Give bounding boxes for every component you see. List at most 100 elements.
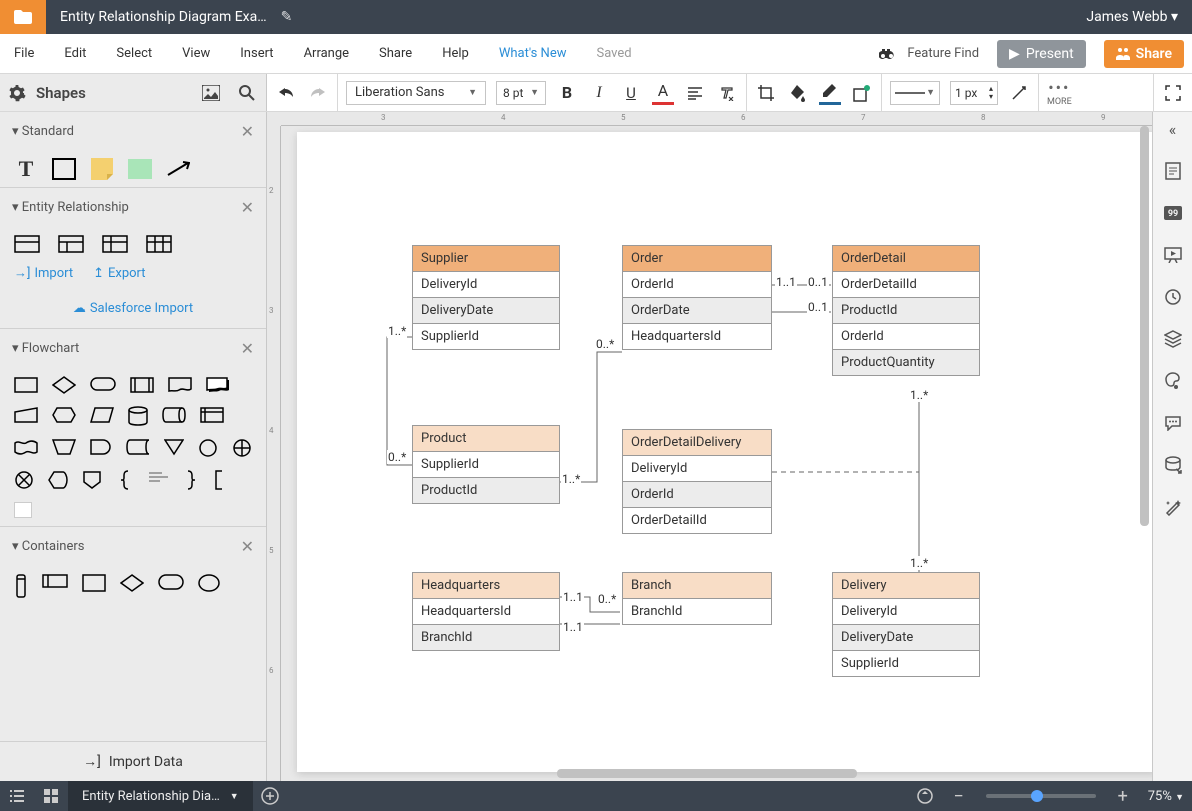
dock-data-icon[interactable]: [1162, 454, 1184, 476]
entity-orderdetaildelivery[interactable]: OrderDetailDelivery DeliveryId OrderId O…: [622, 429, 772, 534]
user-menu[interactable]: James Webb ▾: [1072, 9, 1192, 25]
fc-sum[interactable]: [14, 470, 34, 490]
present-button[interactable]: ▶ Present: [997, 40, 1086, 68]
line-shape-button[interactable]: [1008, 81, 1030, 105]
cont-4[interactable]: [120, 574, 144, 592]
fc-merge[interactable]: [164, 438, 184, 456]
menu-edit[interactable]: Edit: [58, 40, 92, 67]
entity-orderdetail[interactable]: OrderDetail OrderDetailId ProductId Orde…: [832, 245, 980, 376]
fc-rect[interactable]: [14, 376, 38, 394]
fc-terminator[interactable]: [90, 376, 116, 392]
image-icon[interactable]: [200, 81, 222, 105]
fc-note[interactable]: [148, 470, 170, 484]
close-icon[interactable]: ✕: [241, 198, 254, 217]
folder-icon[interactable]: [0, 0, 46, 34]
h-scrollbar[interactable]: [557, 769, 857, 778]
cont-6[interactable]: [198, 574, 220, 592]
entity-delivery[interactable]: Delivery DeliveryId DeliveryDate Supplie…: [832, 572, 980, 677]
dock-present-icon[interactable]: [1162, 244, 1184, 266]
er-shape-3[interactable]: [102, 235, 128, 253]
fill-button[interactable]: [787, 81, 809, 105]
redo-button[interactable]: [307, 81, 329, 105]
feature-find[interactable]: Feature Find: [879, 46, 979, 61]
entity-headquarters[interactable]: Headquarters HeadquartersId BranchId: [412, 572, 560, 651]
zoom-slider[interactable]: [986, 794, 1096, 798]
rect-shape[interactable]: [52, 159, 76, 179]
fc-tape[interactable]: [14, 438, 38, 456]
zoom-out-button[interactable]: −: [942, 781, 976, 811]
dock-magic-icon[interactable]: [1162, 496, 1184, 518]
v-scrollbar[interactable]: [1140, 126, 1149, 526]
crop-button[interactable]: [755, 81, 777, 105]
export-link[interactable]: ↥ Export: [93, 265, 145, 281]
italic-button[interactable]: I: [588, 81, 610, 105]
close-icon[interactable]: ✕: [241, 537, 254, 556]
fc-delay[interactable]: [90, 438, 112, 456]
menu-share[interactable]: Share: [373, 40, 418, 67]
er-shape-4[interactable]: [146, 235, 172, 253]
menu-whats-new[interactable]: What's New: [493, 40, 573, 67]
align-button[interactable]: [684, 81, 706, 105]
page-tab[interactable]: Entity Relationship Dia…▼: [68, 781, 253, 811]
grid-view-icon[interactable]: [34, 781, 68, 811]
search-icon[interactable]: [236, 81, 258, 105]
fc-intstore[interactable]: [200, 406, 224, 424]
border-color-button[interactable]: [819, 81, 841, 105]
entity-product[interactable]: Product SupplierId ProductId: [412, 425, 560, 504]
more-button[interactable]: •••MORE: [1047, 78, 1072, 107]
fc-direct[interactable]: [162, 406, 186, 424]
arrow-shape[interactable]: [166, 159, 190, 179]
zoom-in-button[interactable]: +: [1106, 781, 1140, 811]
line-width-select[interactable]: 1 px▴▾: [950, 81, 998, 105]
fc-stored[interactable]: [126, 438, 150, 456]
import-data-button[interactable]: →] Import Data: [0, 741, 266, 781]
bold-button[interactable]: B: [556, 81, 578, 105]
dock-chat-icon[interactable]: [1162, 412, 1184, 434]
edit-title-icon[interactable]: ✎: [281, 9, 293, 25]
canvas[interactable]: 3456789 23456 Supplier DeliveryId Delive…: [267, 112, 1152, 781]
cont-1[interactable]: [14, 574, 28, 598]
er-shape-1[interactable]: [14, 235, 40, 253]
fc-or[interactable]: [232, 438, 252, 458]
category-standard[interactable]: ▾ Standard✕: [0, 112, 266, 151]
collapse-dock-icon[interactable]: «: [1162, 118, 1184, 140]
line-style-select[interactable]: ▼: [890, 81, 940, 105]
cont-3[interactable]: [82, 574, 106, 592]
sync-icon[interactable]: [908, 781, 942, 811]
font-size-select[interactable]: 8 pt▼: [496, 81, 546, 105]
fc-brace[interactable]: [116, 470, 134, 490]
fc-multdoc[interactable]: [206, 376, 230, 394]
menu-file[interactable]: File: [8, 40, 40, 67]
share-button[interactable]: Share: [1104, 40, 1184, 68]
shape-options-button[interactable]: [851, 81, 873, 105]
cont-2[interactable]: [42, 574, 68, 588]
entity-supplier[interactable]: Supplier DeliveryId DeliveryDate Supplie…: [412, 245, 560, 350]
er-shape-2[interactable]: [58, 235, 84, 253]
note-shape[interactable]: [90, 159, 114, 179]
menu-select[interactable]: Select: [110, 40, 158, 67]
document-title[interactable]: Entity Relationship Diagram Exa…: [46, 9, 281, 25]
fc-prep[interactable]: [52, 406, 76, 424]
menu-view[interactable]: View: [176, 40, 216, 67]
fc-conn[interactable]: [198, 438, 218, 458]
close-icon[interactable]: ✕: [241, 122, 254, 141]
category-flowchart[interactable]: ▾ Flowchart✕: [0, 329, 266, 368]
salesforce-import-link[interactable]: ☁ Salesforce Import: [14, 301, 252, 316]
underline-button[interactable]: U: [620, 81, 642, 105]
block-shape[interactable]: [128, 159, 152, 179]
entity-branch[interactable]: Branch BranchId: [622, 572, 772, 625]
menu-insert[interactable]: Insert: [234, 40, 279, 67]
fc-offpage[interactable]: [82, 470, 102, 490]
fc-data[interactable]: [90, 406, 114, 424]
undo-button[interactable]: [275, 81, 297, 105]
entity-order[interactable]: Order OrderId OrderDate HeadquartersId: [622, 245, 772, 350]
dock-history-icon[interactable]: [1162, 286, 1184, 308]
add-page-button[interactable]: [253, 781, 287, 811]
text-color-button[interactable]: A: [652, 81, 674, 105]
import-link[interactable]: →] Import: [14, 265, 73, 281]
font-select[interactable]: Liberation Sans▼: [346, 81, 486, 105]
fc-blank[interactable]: [14, 502, 32, 518]
dock-document-icon[interactable]: [1162, 160, 1184, 182]
fc-display[interactable]: [48, 470, 68, 490]
outline-view-icon[interactable]: [0, 781, 34, 811]
